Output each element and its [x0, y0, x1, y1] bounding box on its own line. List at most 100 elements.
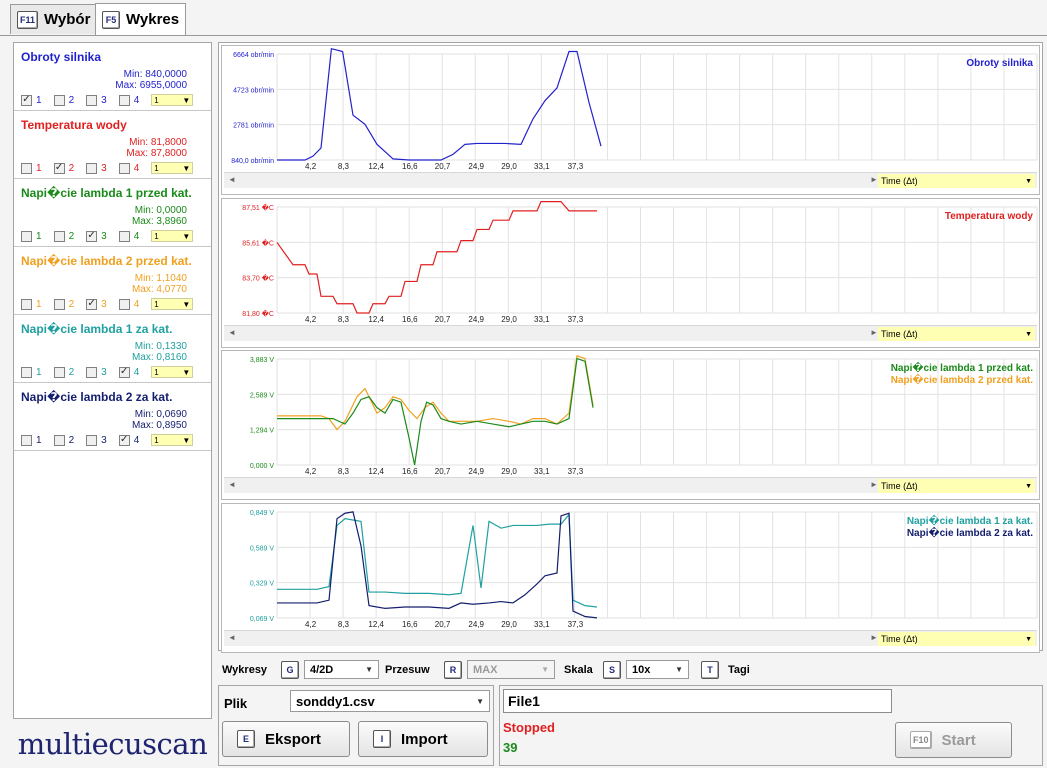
x-tick-label: 24,9	[468, 162, 484, 170]
tab-wybor[interactable]: F11 Wybór	[10, 4, 98, 34]
file-select[interactable]: sonddy1.csv ▼	[290, 690, 490, 712]
chart-scrollbar[interactable]: ◄ ► Time (Δt) ▼	[224, 477, 1037, 493]
chart-checkbox[interactable]	[21, 434, 32, 446]
file-name-input[interactable]: File1	[503, 689, 892, 713]
x-tick-label: 8,3	[338, 315, 350, 323]
axis-select[interactable]: 1 ▼	[151, 434, 194, 446]
chevron-down-icon: ▼	[182, 95, 191, 105]
chart-scrollbar[interactable]: ◄ ► Time (Δt) ▼	[224, 325, 1037, 341]
chart-checkbox[interactable]	[118, 94, 130, 106]
chart-checkboxes: 1 2 3 ✓ 4 1 ▼	[21, 434, 194, 446]
time-axis-value: Time (Δt)	[881, 634, 918, 644]
chart-scrollbar[interactable]: ◄ ► Time (Δt) ▼	[224, 630, 1037, 646]
x-tick-label: 12,4	[368, 467, 384, 475]
tagi-key-button[interactable]: T	[701, 661, 719, 679]
chart-checkbox[interactable]: ✓	[118, 434, 130, 446]
x-tick-label: 20,7	[435, 620, 451, 628]
chart-checkbox[interactable]	[53, 230, 65, 242]
chevron-down-icon: ▼	[1025, 635, 1032, 643]
file-select-value: sonddy1.csv	[296, 693, 375, 709]
x-tick-label: 12,4	[368, 315, 384, 323]
chart-checkbox[interactable]	[118, 298, 130, 310]
x-tick-label: 12,4	[368, 620, 384, 628]
chart-checkbox[interactable]	[86, 434, 98, 446]
start-label: Start	[941, 731, 976, 749]
legend-entry: Temperatura wody	[944, 211, 1033, 222]
scroll-right-icon[interactable]: ►	[870, 175, 878, 184]
axis-select[interactable]: 1 ▼	[151, 298, 194, 310]
chart-checkbox-label: 3	[101, 162, 107, 174]
przesuw-select-value: MAX	[473, 663, 498, 676]
signal-max: Max: 6955,0000	[115, 80, 187, 91]
chart-checkbox-label: 4	[133, 366, 140, 378]
start-button[interactable]: F10 Start	[895, 722, 1012, 758]
chart-checkbox[interactable]	[21, 230, 32, 242]
x-tick-label: 16,6	[402, 620, 418, 628]
chart-checkbox[interactable]	[53, 94, 65, 106]
chart-checkbox[interactable]	[53, 434, 65, 446]
chart-checkbox[interactable]	[86, 366, 98, 378]
chart-checkbox[interactable]	[21, 298, 32, 310]
chart-checkbox[interactable]: ✓	[86, 230, 98, 242]
przesuw-select[interactable]: MAX ▼	[467, 660, 555, 679]
chart-checkbox-label: 1	[36, 230, 42, 242]
chart-checkbox[interactable]	[86, 94, 98, 106]
y-tick-label: 83,70 �C	[242, 274, 274, 283]
eksport-button[interactable]: E Eksport	[222, 721, 350, 757]
tab-wykres[interactable]: F5 Wykres	[95, 3, 187, 35]
axis-select[interactable]: 1 ▼	[151, 366, 194, 378]
signal-item: Napi�cie lambda 2 za kat. Min: 0,0690 Max:…	[14, 383, 211, 451]
scroll-left-icon[interactable]: ◄	[228, 633, 236, 642]
scroll-right-icon[interactable]: ►	[870, 328, 878, 337]
chart-checkbox[interactable]: ✓	[53, 162, 65, 174]
chart-checkbox[interactable]	[86, 162, 98, 174]
chart-checkbox[interactable]: ✓	[21, 94, 32, 106]
chart-checkbox-label: 2	[68, 298, 75, 310]
chart-checkbox-label: 3	[101, 366, 107, 378]
chart-checkboxes: 1 2 ✓ 3 4 1 ▼	[21, 298, 194, 310]
chart-checkboxes: 1 2 3 ✓ 4 1 ▼	[21, 366, 194, 378]
import-button[interactable]: I Import	[358, 721, 488, 757]
wykresy-select[interactable]: 4/2D ▼	[304, 660, 379, 679]
axis-select[interactable]: 1 ▼	[151, 230, 194, 242]
scroll-left-icon[interactable]: ◄	[228, 175, 236, 184]
series-line	[277, 511, 598, 619]
axis-select-value: 1	[154, 95, 159, 105]
chart-legend: Napi�cie lambda 1 przed kat. Napi�cie lam…	[891, 363, 1033, 387]
chart-checkbox[interactable]	[53, 298, 65, 310]
chart-checkbox[interactable]	[53, 366, 65, 378]
time-axis-select[interactable]: Time (Δt) ▼	[878, 174, 1035, 188]
chart-legend: Obroty silnika	[966, 58, 1033, 70]
signal-min: Min: 0,0690	[134, 409, 187, 420]
skala-select[interactable]: 10x ▼	[626, 660, 689, 679]
time-axis-value: Time (Δt)	[881, 176, 918, 186]
chart-checkbox[interactable]	[21, 162, 32, 174]
y-tick-label: 0,329 V	[250, 581, 274, 588]
chart-checkbox-label: 1	[36, 434, 42, 446]
chart-checkbox-label: 4	[133, 434, 140, 446]
scroll-left-icon[interactable]: ◄	[228, 328, 236, 337]
chart-checkbox[interactable]	[118, 230, 130, 242]
y-tick-label: 85,61 �C	[242, 238, 274, 247]
chart-scrollbar[interactable]: ◄ ► Time (Δt) ▼	[224, 172, 1037, 188]
series-line	[277, 357, 594, 466]
chart-checkbox[interactable]	[21, 366, 32, 378]
scroll-right-icon[interactable]: ►	[870, 633, 878, 642]
chart-checkbox-label: 3	[101, 298, 107, 310]
chart-checkboxes: 1 2 ✓ 3 4 1 ▼	[21, 230, 194, 242]
time-axis-select[interactable]: Time (Δt) ▼	[878, 479, 1035, 493]
chart-checkboxes: 1 ✓ 2 3 4 1 ▼	[21, 162, 194, 174]
scroll-right-icon[interactable]: ►	[870, 480, 878, 489]
time-axis-select[interactable]: Time (Δt) ▼	[878, 327, 1035, 341]
x-tick-label: 8,3	[338, 467, 350, 475]
wykresy-label: Wykresy	[222, 664, 268, 676]
y-tick-label: 0,589 V	[250, 545, 274, 552]
chart-checkbox[interactable]: ✓	[86, 298, 98, 310]
chart-checkbox[interactable]: ✓	[118, 366, 130, 378]
scroll-left-icon[interactable]: ◄	[228, 480, 236, 489]
chevron-down-icon: ▼	[1025, 330, 1032, 338]
chart-checkbox[interactable]	[118, 162, 130, 174]
time-axis-select[interactable]: Time (Δt) ▼	[878, 632, 1035, 646]
axis-select[interactable]: 1 ▼	[151, 162, 194, 174]
axis-select[interactable]: 1 ▼	[151, 94, 194, 106]
